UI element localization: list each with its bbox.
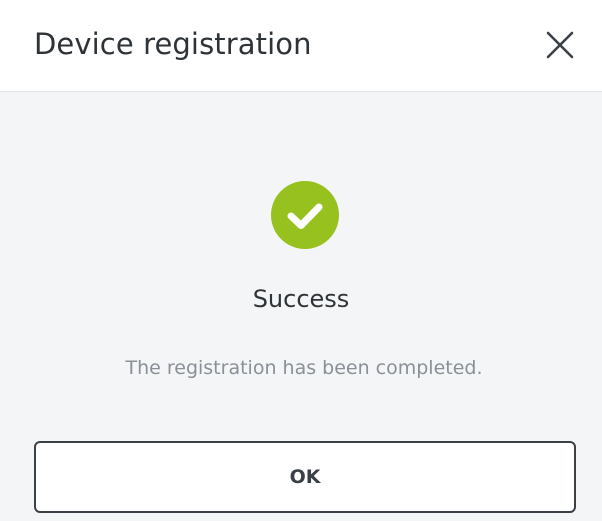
device-registration-dialog: Device registration Success The registra… — [0, 0, 602, 521]
ok-button[interactable]: OK — [34, 441, 576, 513]
dialog-body: Success The registration has been comple… — [0, 92, 602, 521]
dialog-title: Device registration — [34, 27, 312, 61]
success-status — [270, 180, 340, 250]
dialog-header: Device registration — [0, 0, 602, 92]
status-message: The registration has been completed. — [125, 357, 483, 379]
close-button[interactable] — [540, 25, 580, 65]
status-title: Success — [252, 285, 350, 313]
checkmark-circle-icon — [271, 181, 339, 249]
close-icon — [546, 31, 574, 59]
